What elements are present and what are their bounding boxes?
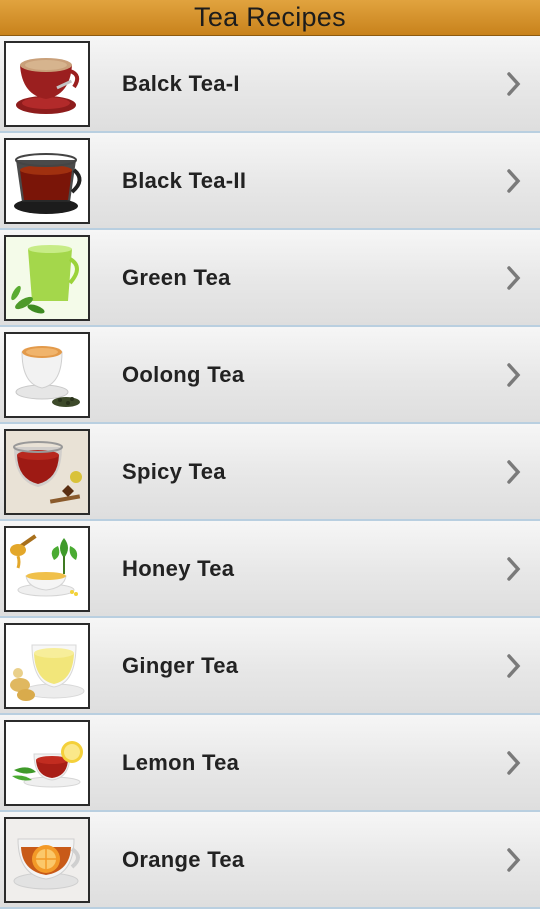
recipe-item-label: Balck Tea-I — [122, 70, 240, 96]
recipe-item-label: Honey Tea — [122, 555, 235, 581]
page-title: Tea Recipes — [194, 2, 346, 32]
chevron-right-icon — [506, 265, 522, 291]
recipe-item-label: Black Tea-II — [122, 167, 247, 193]
recipe-item-oolong-tea[interactable]: Oolong Tea — [0, 327, 540, 424]
recipe-item-honey-tea[interactable]: Honey Tea — [0, 521, 540, 618]
recipe-item-orange-tea[interactable]: Orange Tea — [0, 812, 540, 909]
honey-tea-cup-icon — [4, 525, 90, 612]
ginger-tea-cup-icon — [4, 622, 90, 709]
recipe-item-label: Green Tea — [122, 264, 231, 290]
green-tea-cup-icon — [4, 234, 90, 321]
chevron-right-icon — [506, 71, 522, 97]
oolong-tea-cup-icon — [4, 331, 90, 418]
recipe-item-label: Lemon Tea — [122, 749, 240, 775]
lemon-tea-cup-icon — [4, 719, 90, 806]
recipe-item-label: Ginger Tea — [122, 652, 239, 678]
recipe-item-black-tea-ii[interactable]: Black Tea-II — [0, 133, 540, 230]
chevron-right-icon — [506, 459, 522, 485]
recipe-item-label: Oolong Tea — [122, 361, 245, 387]
recipe-item-label: Spicy Tea — [122, 458, 226, 484]
recipe-item-label: Orange Tea — [122, 846, 245, 872]
chevron-right-icon — [506, 847, 522, 873]
chevron-right-icon — [506, 168, 522, 194]
recipe-item-spicy-tea[interactable]: Spicy Tea — [0, 424, 540, 521]
chevron-right-icon — [506, 362, 522, 388]
recipe-item-ginger-tea[interactable]: Ginger Tea — [0, 618, 540, 715]
recipe-item-green-tea[interactable]: Green Tea — [0, 230, 540, 327]
chevron-right-icon — [506, 556, 522, 582]
chevron-right-icon — [506, 653, 522, 679]
black-tea-glass-cup-icon — [4, 137, 90, 224]
recipe-list: Balck Tea-I Black Tea-II Green Tea Oolon… — [0, 36, 540, 909]
chevron-right-icon — [506, 750, 522, 776]
recipe-item-black-tea-i[interactable]: Balck Tea-I — [0, 36, 540, 133]
recipe-item-lemon-tea[interactable]: Lemon Tea — [0, 715, 540, 812]
app-title-bar: Tea Recipes — [0, 0, 540, 36]
orange-tea-cup-icon — [4, 816, 90, 903]
black-tea-cup-saucer-icon — [4, 40, 90, 127]
spicy-tea-cup-icon — [4, 428, 90, 515]
